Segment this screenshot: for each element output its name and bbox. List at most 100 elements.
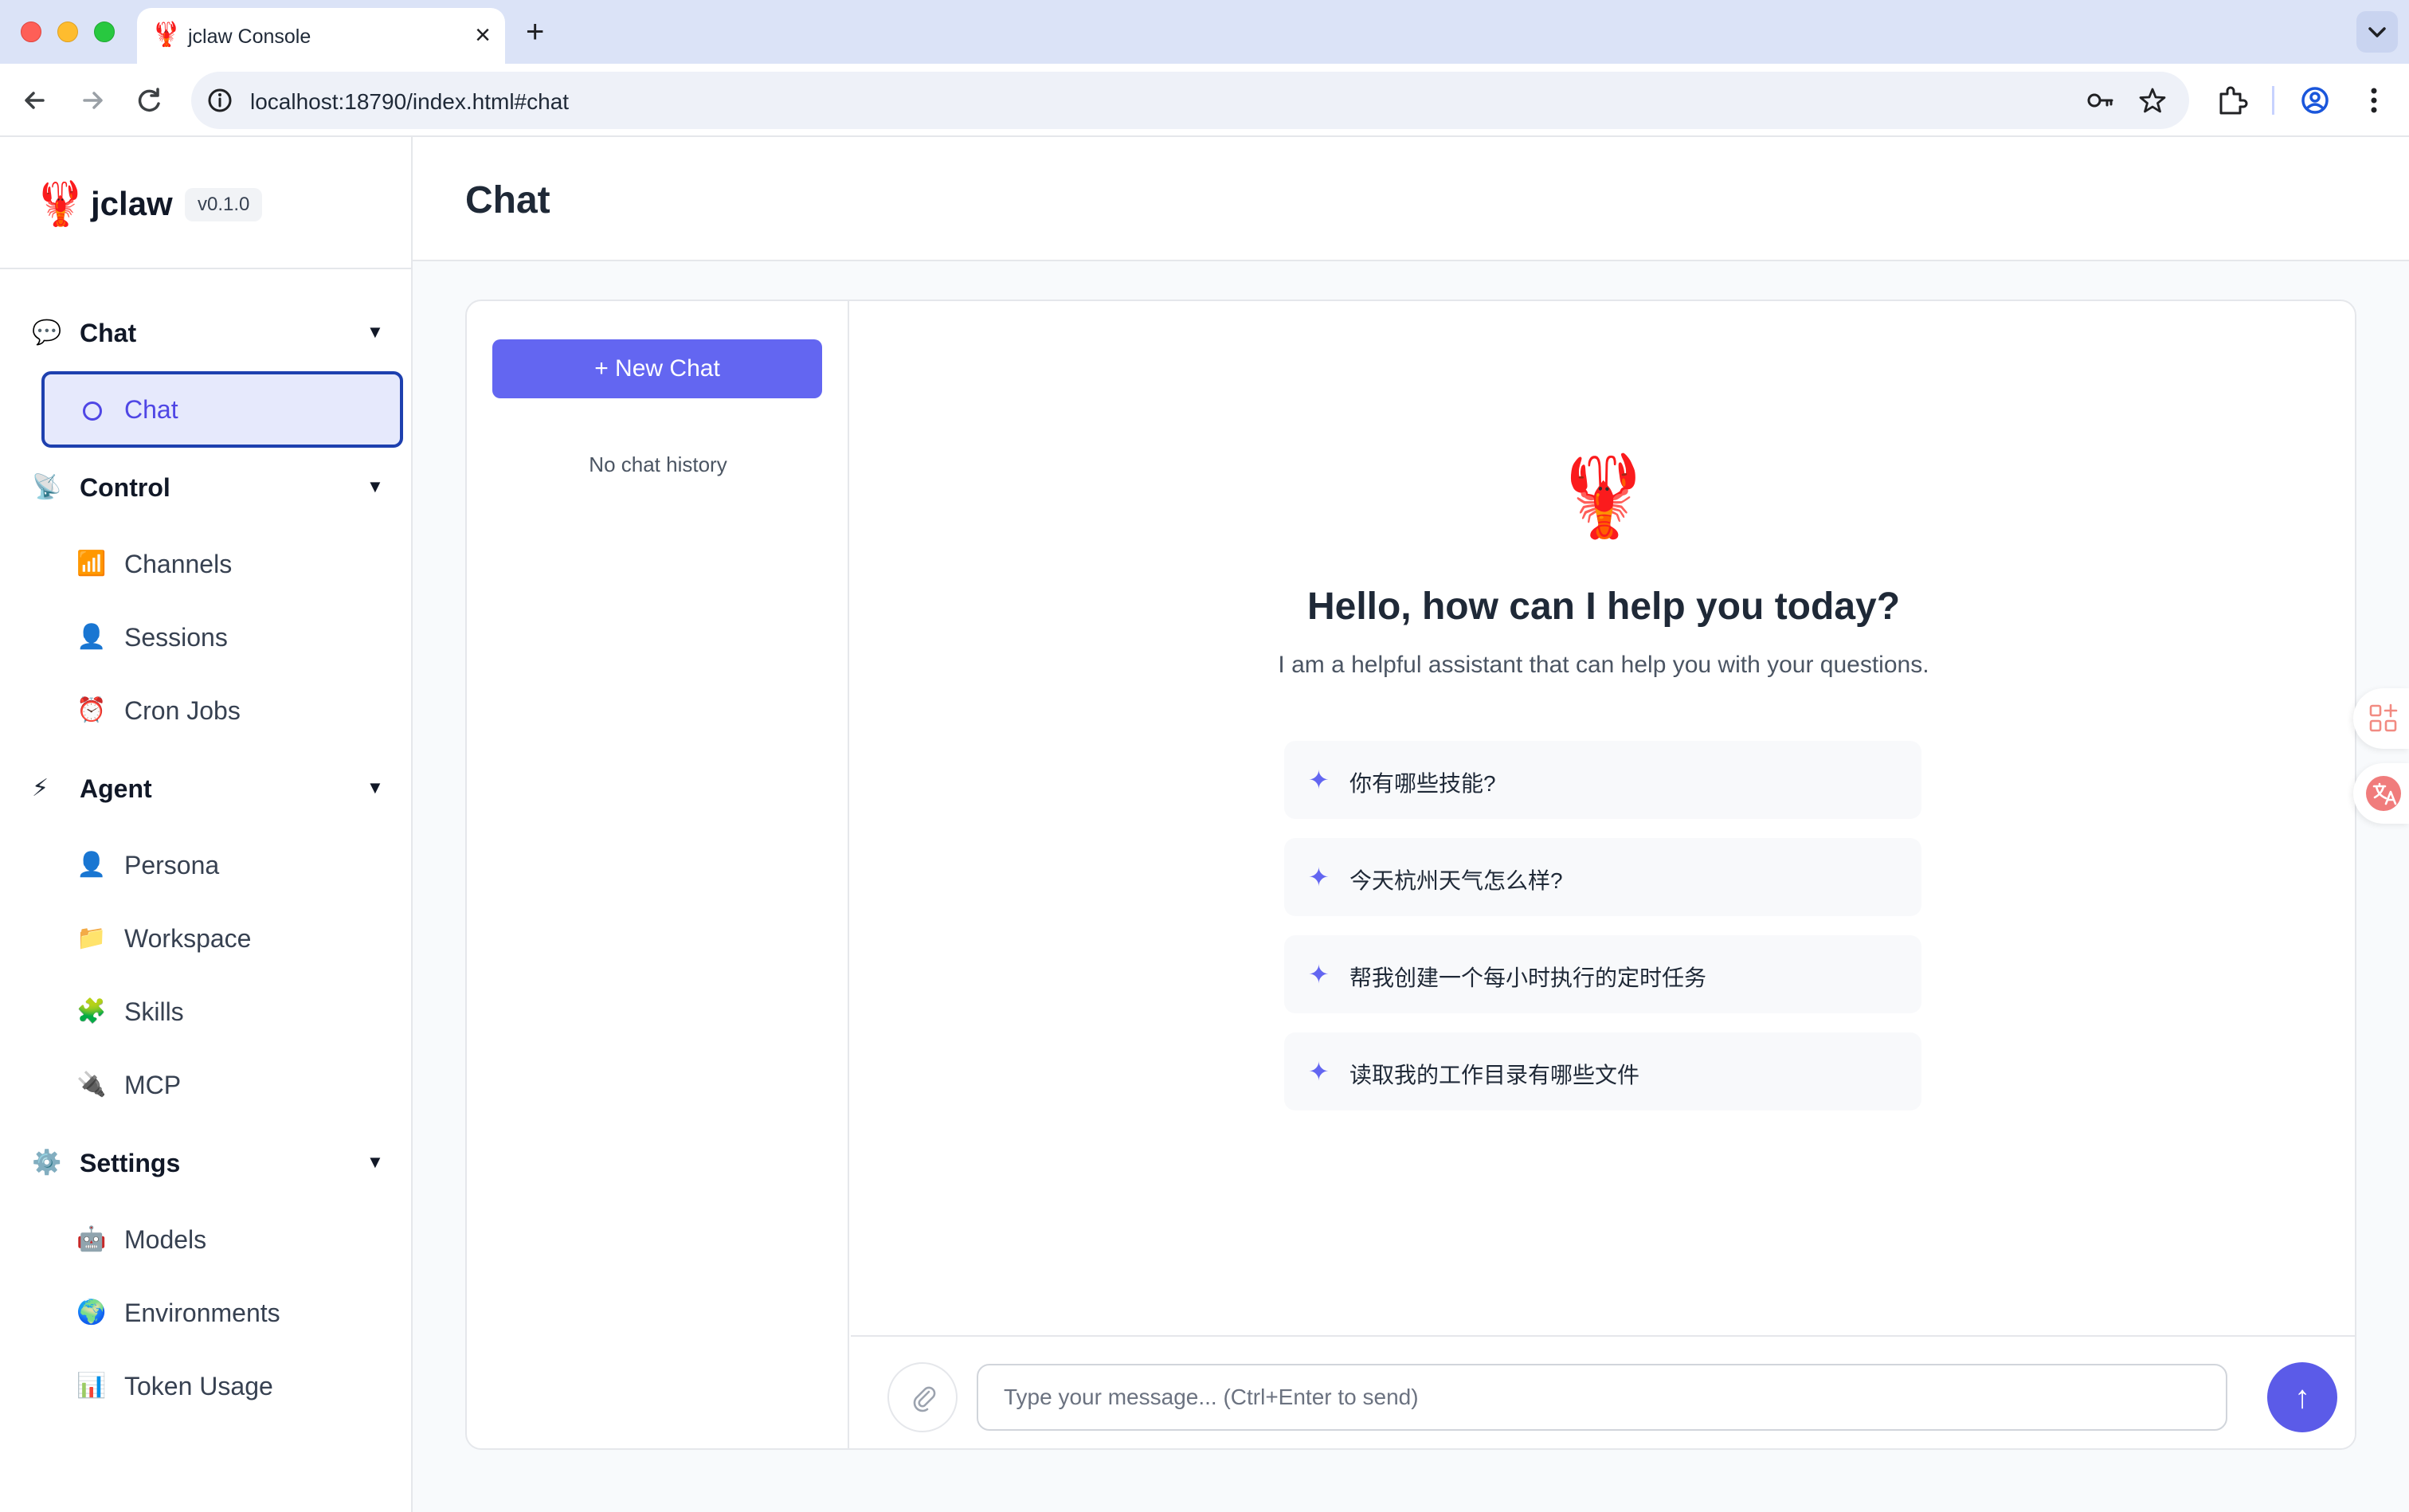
nav-group-chat[interactable]: 💬 Chat ▼: [0, 304, 411, 362]
sidebar-item-label: Chat: [124, 395, 178, 424]
tab-close-icon[interactable]: ×: [475, 21, 491, 49]
site-info-icon[interactable]: [202, 83, 237, 118]
toolbar-divider: [2272, 86, 2274, 115]
sidebar-item-environments[interactable]: 🌍 Environments: [41, 1275, 403, 1351]
sidebar-item-label: Channels: [124, 550, 233, 578]
sidebar-item-label: Cron Jobs: [124, 696, 241, 725]
version-badge: v0.1.0: [185, 188, 263, 221]
sidebar-item-label: Environments: [124, 1299, 280, 1327]
profile-avatar-icon[interactable]: [2294, 80, 2336, 121]
browser-tab-active[interactable]: 🦞 jclaw Console ×: [137, 8, 505, 64]
suggestion-card[interactable]: ✦ 今天杭州天气怎么样?: [1284, 838, 1921, 916]
speech-bubble-icon: 💬: [32, 319, 62, 346]
address-bar[interactable]: localhost:18790/index.html#chat: [191, 72, 2189, 129]
empty-history-text: No chat history: [589, 452, 727, 476]
sidebar-item-models[interactable]: 🤖 Models: [41, 1201, 403, 1278]
sidebar-item-label: Skills: [124, 997, 184, 1026]
tab-search-button[interactable]: [2356, 11, 2398, 53]
new-tab-icon[interactable]: +: [526, 13, 544, 51]
lobster-logo-icon: 🦞: [1553, 452, 1654, 541]
page-title: Chat: [465, 179, 550, 221]
reload-icon: [138, 88, 160, 112]
url-text: localhost:18790/index.html#chat: [250, 89, 570, 114]
sidebar-item-sessions[interactable]: 👤 Sessions: [41, 599, 403, 676]
main-content: Chat + New Chat No chat history 🦞 Hello,…: [413, 137, 2409, 1512]
bookmark-star-icon[interactable]: [2135, 83, 2170, 118]
welcome-title: Hello, how can I help you today?: [1306, 586, 1901, 628]
user-icon: 👤: [76, 852, 107, 878]
circle-icon: [83, 402, 102, 421]
user-icon: 👤: [76, 624, 107, 650]
sparkle-icon: ✦: [1308, 1057, 1330, 1086]
floating-widget-button[interactable]: [2353, 688, 2409, 749]
sidebar-item-label: Models: [124, 1225, 207, 1254]
window-zoom-button[interactable]: [94, 22, 115, 42]
message-composer: ↑: [851, 1335, 2355, 1448]
app-root: 🦞 jclaw v0.1.0 💬 Chat ▼ Chat 📡 Control ▼…: [0, 137, 2409, 1512]
lobster-favicon-icon: 🦞: [151, 22, 182, 48]
sidebar-item-mcp[interactable]: 🔌 MCP: [41, 1047, 403, 1123]
suggestion-card[interactable]: ✦ 帮我创建一个每小时执行的定时任务: [1284, 935, 1921, 1013]
robot-icon: 🤖: [76, 1226, 107, 1252]
attach-button[interactable]: [887, 1362, 958, 1432]
browser-toolbar: localhost:18790/index.html#chat: [0, 64, 2409, 137]
nav-group-settings[interactable]: ⚙️ Settings ▼: [0, 1134, 411, 1192]
nav-group-label: Chat: [80, 319, 137, 347]
back-button[interactable]: [16, 81, 54, 119]
nav-group-control[interactable]: 📡 Control ▼: [0, 459, 411, 516]
browser-tab-strip: 🦞 jclaw Console × +: [0, 0, 2409, 64]
chat-panel: + New Chat No chat history 🦞 Hello, how …: [465, 300, 2356, 1450]
chat-history-pane: + New Chat No chat history: [467, 301, 849, 1448]
translate-widget-button[interactable]: [2353, 763, 2409, 824]
apps-grid-icon: [2369, 703, 2398, 732]
caret-down-icon: ▼: [366, 1152, 384, 1172]
chevron-down-icon: [2368, 27, 2386, 37]
send-button[interactable]: ↑: [2267, 1362, 2337, 1432]
message-input[interactable]: [977, 1364, 2227, 1431]
satellite-dish-icon: 📡: [32, 474, 62, 500]
sidebar-item-chat[interactable]: Chat: [41, 371, 403, 448]
forward-button[interactable]: [73, 81, 112, 119]
caret-down-icon: ▼: [366, 778, 384, 797]
sparkle-icon: ✦: [1308, 863, 1330, 891]
suggestion-card[interactable]: ✦ 你有哪些技能?: [1284, 741, 1921, 819]
suggestion-text: 读取我的工作目录有哪些文件: [1349, 1063, 1640, 1087]
alarm-clock-icon: ⏰: [76, 697, 107, 723]
sidebar: 🦞 jclaw v0.1.0 💬 Chat ▼ Chat 📡 Control ▼…: [0, 137, 413, 1512]
puzzle-piece-icon: 🧩: [76, 998, 107, 1024]
sidebar-item-persona[interactable]: 👤 Persona: [41, 827, 403, 903]
window-minimize-button[interactable]: [57, 22, 78, 42]
lobster-logo-icon: 🦞: [33, 180, 88, 228]
sidebar-item-workspace[interactable]: 📁 Workspace: [41, 900, 403, 977]
plug-icon: 🔌: [76, 1071, 107, 1098]
tab-title: jclaw Console: [188, 25, 311, 48]
nav-group-agent[interactable]: ⚡ Agent ▼: [0, 760, 411, 817]
sidebar-item-token-usage[interactable]: 📊 Token Usage: [41, 1348, 403, 1424]
sidebar-item-label: MCP: [124, 1071, 182, 1099]
brand-name: jclaw: [91, 185, 173, 222]
new-chat-button[interactable]: + New Chat: [492, 339, 822, 398]
suggestion-card[interactable]: ✦ 读取我的工作目录有哪些文件: [1284, 1032, 1921, 1110]
reload-button[interactable]: [131, 81, 169, 119]
extensions-puzzle-icon[interactable]: [2211, 80, 2253, 121]
sparkle-icon: ✦: [1308, 766, 1330, 794]
password-key-icon[interactable]: [2082, 83, 2117, 118]
paperclip-icon: [913, 1386, 936, 1412]
caret-down-icon: ▼: [366, 476, 384, 496]
globe-icon: 🌍: [76, 1299, 107, 1326]
bar-chart-icon: 📊: [76, 1373, 107, 1399]
sidebar-item-channels[interactable]: 📶 Channels: [41, 526, 403, 602]
sidebar-item-skills[interactable]: 🧩 Skills: [41, 973, 403, 1050]
sidebar-item-label: Token Usage: [124, 1372, 273, 1400]
conversation-pane: 🦞 Hello, how can I help you today? I am …: [851, 301, 2355, 1448]
more-menu-icon[interactable]: [2356, 80, 2391, 121]
lightning-icon: ⚡: [32, 775, 49, 801]
nav-group-label: Settings: [80, 1149, 181, 1177]
sidebar-item-cron-jobs[interactable]: ⏰ Cron Jobs: [41, 672, 403, 749]
page-header: Chat: [413, 137, 2409, 261]
caret-down-icon: ▼: [366, 322, 384, 342]
translate-icon: [2366, 776, 2401, 811]
nav-group-label: Agent: [80, 774, 152, 803]
window-close-button[interactable]: [21, 22, 41, 42]
sidebar-item-label: Workspace: [124, 924, 252, 953]
